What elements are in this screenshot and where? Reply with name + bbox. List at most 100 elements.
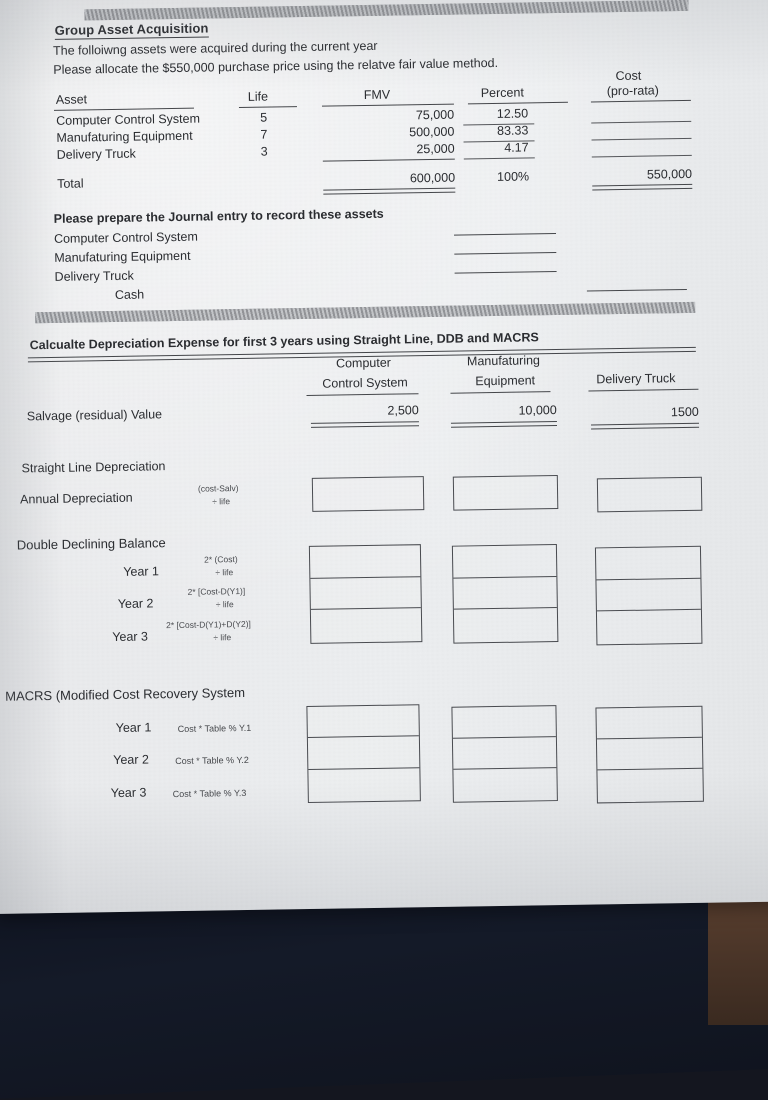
journal-credit-label: Cash — [114, 287, 145, 302]
table-row-percent: 12.50 — [496, 106, 529, 121]
dep-column-header-line2: Equipment — [475, 373, 536, 389]
answer-box-ddb-col1[interactable] — [308, 544, 423, 644]
answer-cell-year-2[interactable] — [453, 576, 557, 611]
answer-cell[interactable] — [598, 478, 701, 512]
table-row-life: 7 — [260, 127, 268, 142]
macrs-formula: Cost * Table % Y.3 — [172, 787, 247, 800]
rule-header-percent — [467, 101, 568, 105]
rule-header-cost — [590, 99, 691, 103]
answer-cell-year-2[interactable] — [307, 736, 420, 770]
dep-column-header-line1: Manufaturing — [466, 353, 541, 369]
answer-box-macrs-col3[interactable] — [595, 705, 704, 804]
rule-cost-row-2 — [591, 137, 692, 141]
dep-column-header-line1: Computer — [335, 355, 391, 371]
answer-box-macrs-col2[interactable] — [451, 705, 558, 803]
section1-line-1: The folloiwng assets were acquired durin… — [52, 38, 378, 58]
straight-line-heading: Straight Line Depreciation — [21, 459, 166, 476]
journal-line-label: Delivery Truck — [54, 268, 134, 284]
macrs-row-label: Year 1 — [115, 720, 152, 735]
rule-header-asset — [53, 107, 194, 111]
macrs-formula: Cost * Table % Y.1 — [177, 722, 252, 735]
dep-column-header-line2: Delivery Truck — [596, 371, 676, 387]
ddb-formula-line2: ÷ life — [213, 632, 232, 643]
answer-cell-year-1[interactable] — [596, 706, 702, 740]
straight-line-formula-line1: (cost-Salv) — [197, 483, 239, 494]
table-total-label: Total — [57, 176, 84, 191]
table-row-asset-name: Manufaturing Equipment — [56, 128, 193, 145]
separator-bar-top — [84, 0, 689, 21]
rule-salvage-col-1 — [310, 421, 419, 428]
rule-cost-row-1 — [591, 120, 692, 124]
journal-amount-blank-line — [454, 271, 557, 274]
table-row-fmv: 25,000 — [416, 141, 455, 157]
column-header-fmv: FMV — [363, 87, 391, 103]
answer-box-ddb-col3[interactable] — [594, 545, 703, 646]
journal-amount-blank-line — [453, 233, 556, 236]
rule-salvage-col-3 — [590, 422, 700, 430]
table-row-life: 5 — [260, 110, 268, 125]
answer-box-ddb-col2[interactable] — [451, 544, 559, 644]
annual-depreciation-label: Annual Depreciation — [19, 490, 133, 507]
ddb-formula-line2: ÷ life — [215, 599, 234, 610]
answer-cell-year-3[interactable] — [453, 768, 556, 802]
table-row-fmv: 500,000 — [409, 124, 455, 140]
answer-cell[interactable] — [313, 477, 423, 511]
salvage-value: 1500 — [670, 404, 699, 420]
straight-line-formula-line2: ÷ life — [212, 496, 231, 507]
answer-cell-year-2[interactable] — [596, 737, 703, 771]
rule-dep-col-2 — [450, 391, 551, 394]
macrs-formula: Cost * Table % Y.2 — [175, 754, 249, 767]
ddb-formula-line2: ÷ life — [215, 567, 234, 578]
column-header-percent: Percent — [480, 85, 524, 101]
table-row-fmv: 75,000 — [415, 107, 455, 123]
rule-cost-total-double — [592, 183, 693, 191]
column-header-life: Life — [247, 89, 269, 104]
wood-edge-background — [708, 885, 768, 1025]
rule-percent-row-3 — [463, 157, 535, 160]
ddb-formula-line1: 2* [Cost-D(Y1)] — [187, 585, 246, 597]
answer-cell-year-3[interactable] — [597, 769, 702, 803]
section3-title: Calcualte Depreciation Expense for first… — [29, 330, 539, 353]
rule-header-fmv — [321, 103, 454, 107]
ddb-row-label: Year 3 — [112, 629, 149, 645]
answer-box-straight-line-col1[interactable] — [311, 476, 425, 512]
table-total-cost: 550,000 — [646, 166, 693, 182]
macrs-row-label: Year 2 — [113, 752, 149, 768]
answer-box-straight-line-col3[interactable] — [596, 476, 703, 513]
journal-credit-blank-line — [586, 288, 687, 292]
answer-cell-year-2[interactable] — [310, 576, 421, 611]
answer-cell-year-2[interactable] — [596, 578, 701, 612]
answer-cell-year-1[interactable] — [307, 705, 419, 739]
photo-scene: Group Asset Acquisition The folloiwng as… — [0, 0, 768, 1100]
answer-cell-year-3[interactable] — [308, 768, 419, 802]
answer-cell-year-1[interactable] — [309, 545, 421, 579]
answer-cell-year-3[interactable] — [597, 610, 701, 644]
ddb-row-label: Year 1 — [123, 564, 160, 579]
column-header-cost-line1: Cost — [615, 68, 642, 84]
table-row-percent: 4.17 — [504, 140, 529, 155]
rule-cost-row-3 — [591, 154, 692, 158]
table-total-percent: 100% — [496, 169, 530, 184]
answer-box-straight-line-col2[interactable] — [452, 475, 559, 511]
table-row-asset-name: Delivery Truck — [56, 146, 136, 162]
macrs-row-label: Year 3 — [110, 785, 147, 801]
answer-cell-year-1[interactable] — [452, 706, 556, 739]
answer-cell-year-3[interactable] — [311, 609, 421, 643]
answer-cell[interactable] — [454, 476, 557, 510]
salvage-value: 10,000 — [518, 403, 557, 418]
column-header-cost-line2: (pro-rata) — [606, 83, 659, 99]
column-header-asset: Asset — [55, 92, 88, 107]
macrs-heading: MACRS (Modified Cost Recovery System — [5, 684, 246, 704]
answer-cell-year-1[interactable] — [452, 545, 557, 579]
answer-cell-year-3[interactable] — [454, 608, 557, 642]
ddb-formula-line1: 2* (Cost) — [203, 554, 238, 565]
separator-bar-middle — [35, 301, 696, 324]
answer-cell-year-2[interactable] — [452, 737, 557, 770]
answer-box-macrs-col1[interactable] — [306, 704, 421, 803]
answer-cell-year-1[interactable] — [595, 546, 701, 581]
ddb-formula-line1: 2* [Cost-D(Y1)+D(Y2)] — [166, 618, 251, 631]
table-row-asset-name: Computer Control System — [56, 111, 201, 128]
dep-column-header-line2: Control System — [322, 375, 408, 391]
ddb-row-label: Year 2 — [117, 596, 154, 611]
paper-sheet: Group Asset Acquisition The folloiwng as… — [0, 0, 768, 914]
